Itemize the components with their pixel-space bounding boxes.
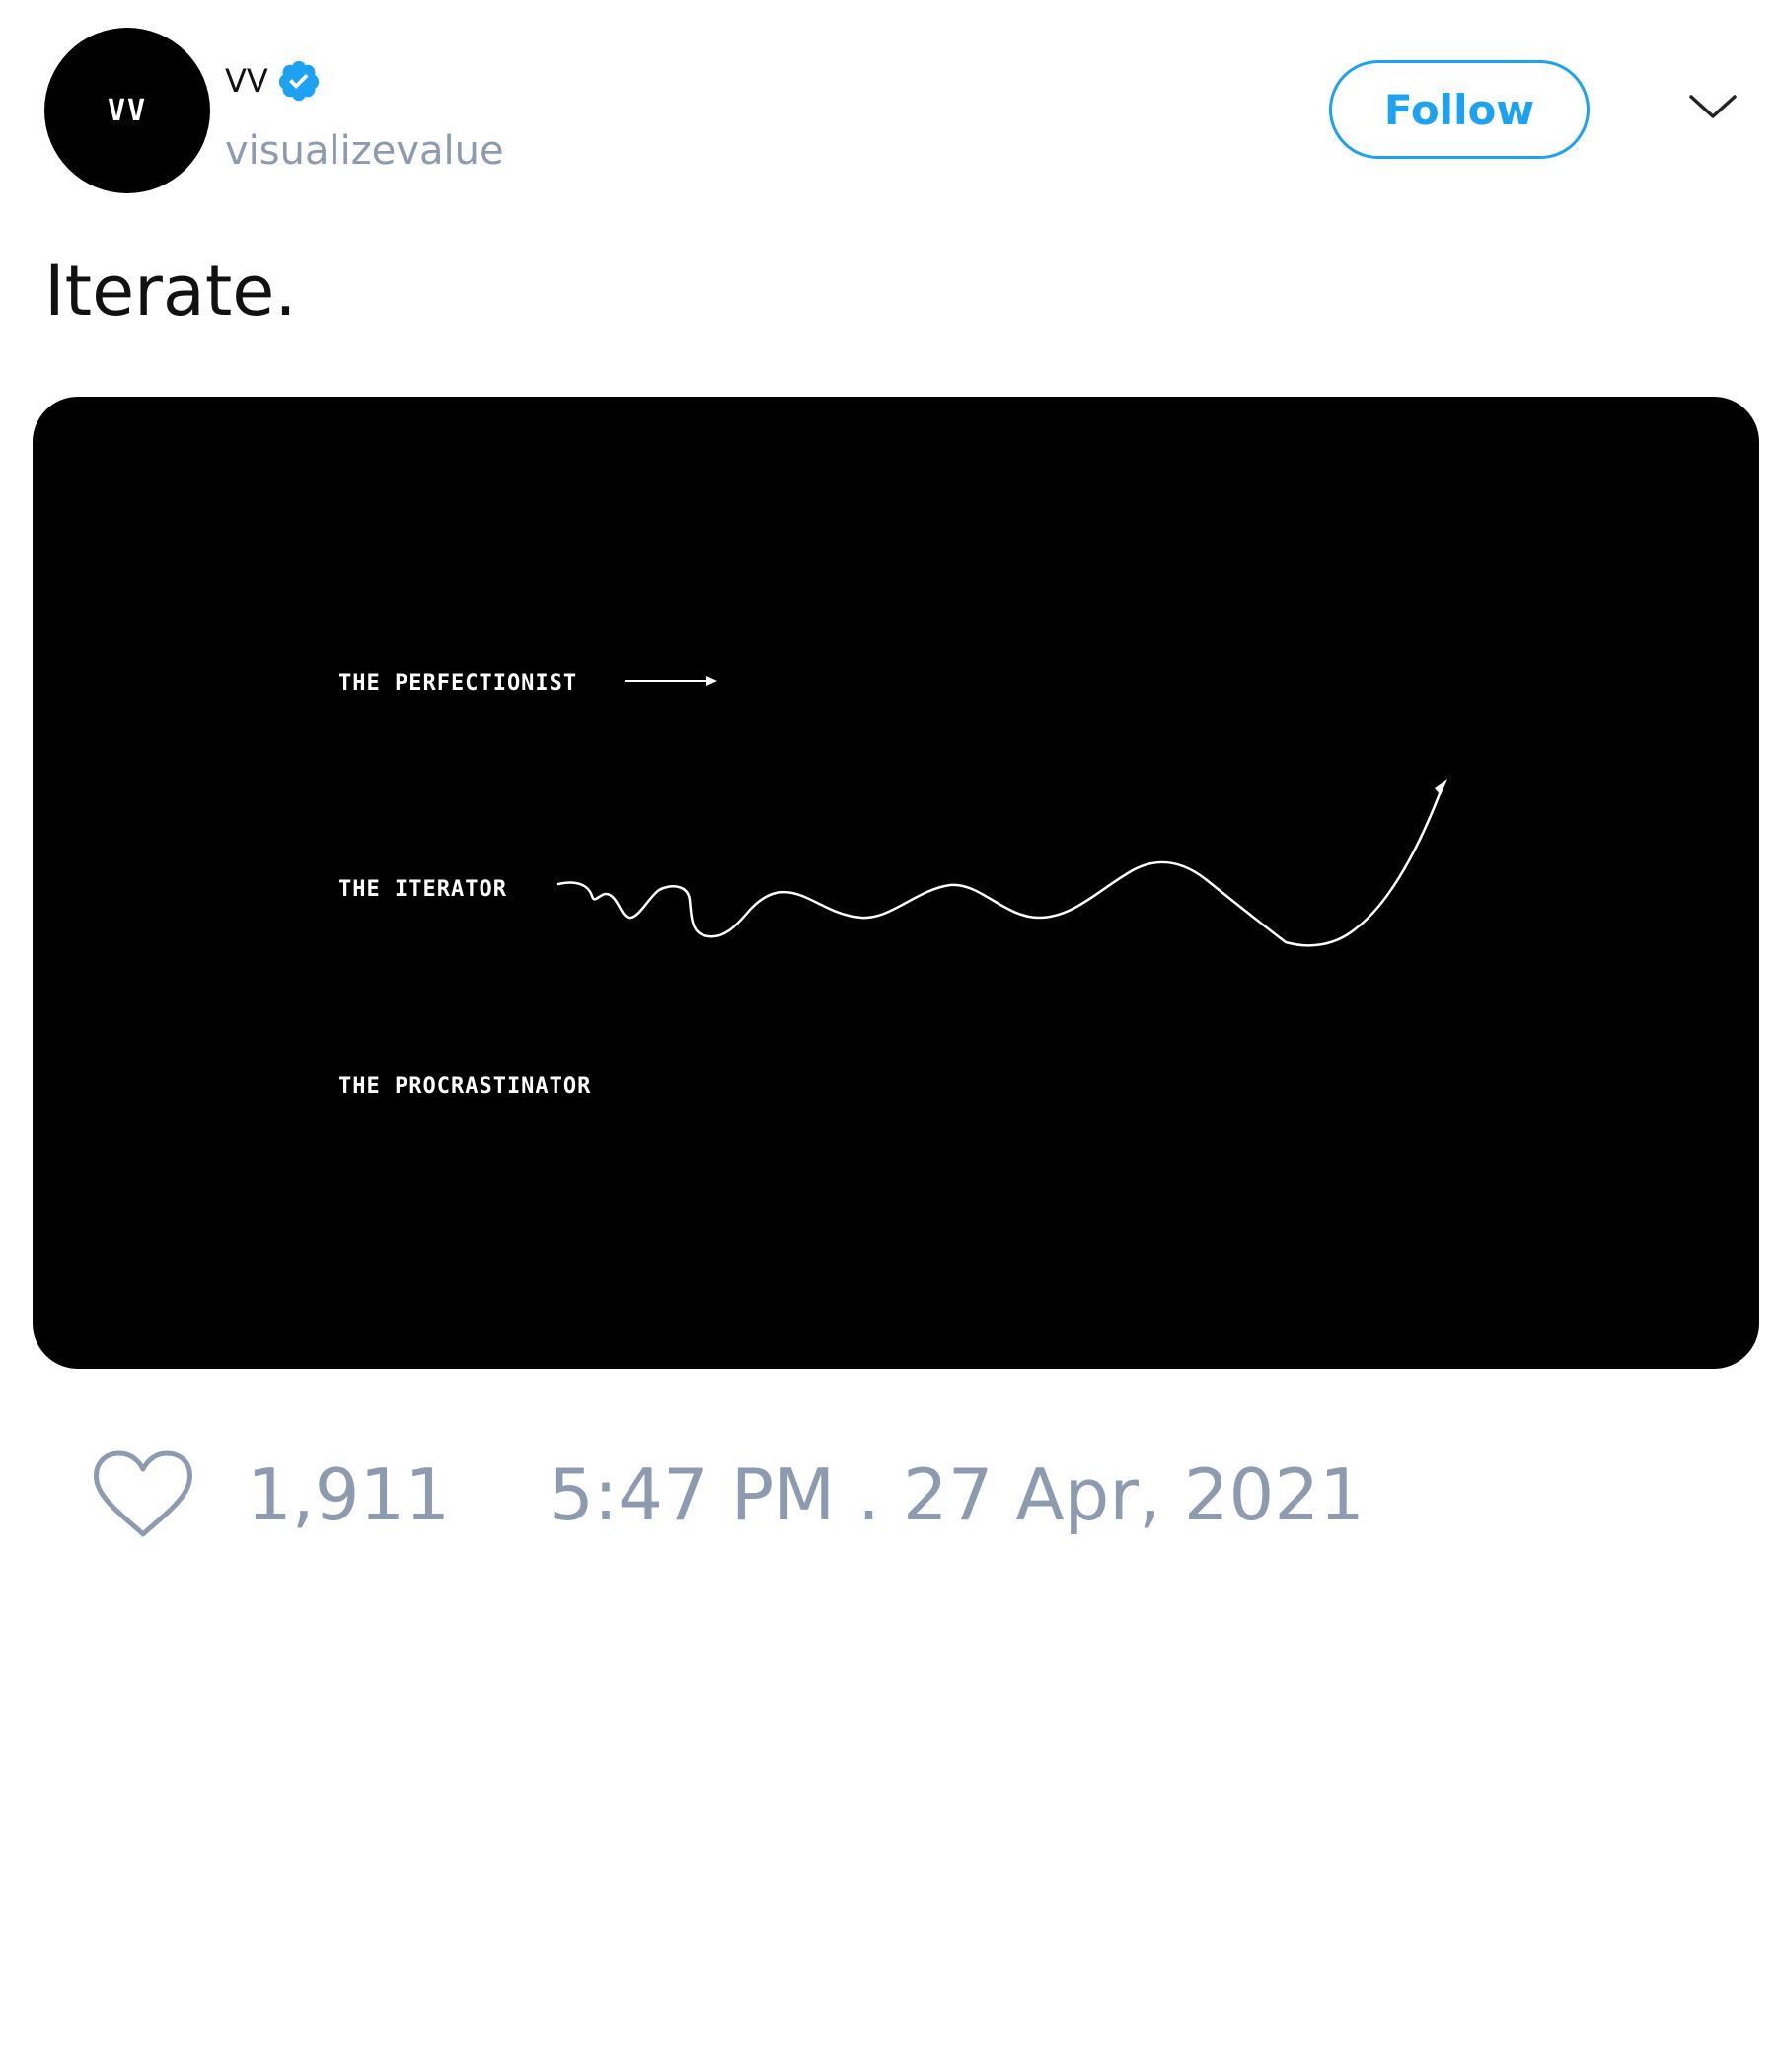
author-name-row: VV [225, 57, 322, 105]
label-perfectionist: THE PERFECTIONIST [338, 671, 577, 696]
avatar[interactable]: VV [44, 28, 210, 193]
like-count: 1,911 [247, 1453, 451, 1536]
perfectionist-arrowhead [706, 676, 717, 686]
iterator-wave-path [556, 789, 1443, 947]
tweet-actions: 1,911 5:47 PM . 27 Apr, 2021 [89, 1441, 1365, 1549]
display-name[interactable]: VV [225, 65, 268, 97]
media-illustration: THE PERFECTIONIST THE ITERATOR THE PROCR… [338, 671, 1447, 1099]
chevron-down-icon[interactable] [1687, 87, 1739, 126]
follow-button[interactable]: Follow [1329, 60, 1590, 159]
label-procrastinator: THE PROCRASTINATOR [338, 1074, 591, 1099]
iterator-arrowhead [1435, 779, 1447, 795]
label-iterator: THE ITERATOR [338, 877, 507, 902]
tweet-media[interactable]: THE PERFECTIONIST THE ITERATOR THE PROCR… [33, 397, 1759, 1369]
verified-badge-icon [276, 58, 322, 104]
heart-icon[interactable] [89, 1445, 197, 1544]
timestamp[interactable]: 5:47 PM . 27 Apr, 2021 [549, 1459, 1365, 1530]
tweet-text: Iterate. [44, 251, 297, 332]
avatar-logo: VV [107, 93, 148, 128]
author-handle[interactable]: visualizevalue [225, 126, 504, 176]
